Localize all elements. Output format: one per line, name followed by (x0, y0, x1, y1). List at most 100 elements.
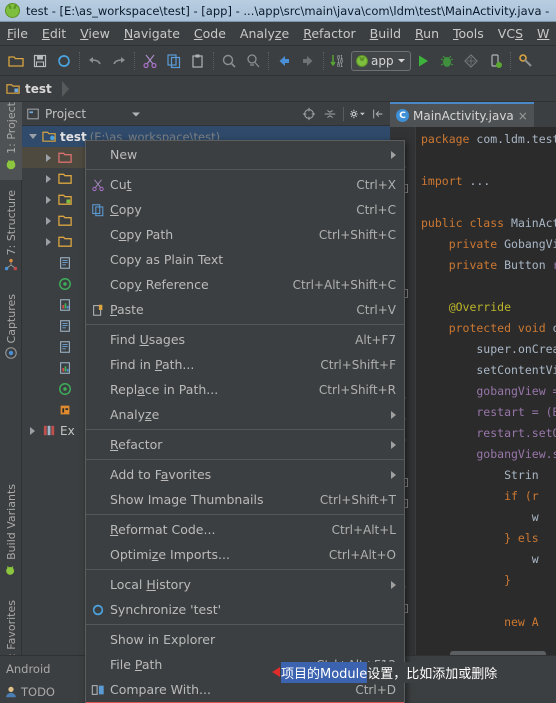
open-folder-icon[interactable] (4, 49, 28, 73)
menu-view[interactable]: View (73, 23, 117, 44)
menu-item-copy[interactable]: Copy Ctrl+C (86, 197, 404, 222)
compile-icon[interactable]: 01 10 01 (327, 49, 351, 73)
menu-item-shortcut: Alt+F7 (355, 332, 396, 347)
breadcrumb[interactable]: test (6, 80, 69, 97)
folder-icon (58, 173, 72, 184)
sidebar-item-captures[interactable]: Captures (0, 294, 22, 374)
menu-item-show-in-explorer[interactable]: Show in Explorer (86, 627, 404, 652)
expand-arrow-icon[interactable] (26, 424, 39, 437)
hide-icon[interactable] (370, 106, 386, 122)
replace-icon[interactable] (241, 49, 265, 73)
menu-item-shortcut: Ctrl+Alt+O (328, 547, 396, 562)
back-icon[interactable] (272, 49, 296, 73)
expand-arrow-icon[interactable] (26, 130, 39, 143)
sidebar-item-build-variants[interactable]: Build Variants (0, 484, 22, 594)
menu-item-find-in-path[interactable]: Find in Path... Ctrl+Shift+F (86, 352, 404, 377)
menu-item-label: Copy Path (110, 227, 174, 242)
toolbar-separator (79, 51, 80, 70)
cut-icon[interactable] (138, 49, 162, 73)
bottom-item-todo-label: TODO (21, 685, 55, 699)
toolbar-separator (134, 51, 135, 70)
menu-item-paste[interactable]: Paste Ctrl+V (86, 297, 404, 322)
breadcrumb-item-test[interactable]: test (25, 82, 52, 96)
gear-icon[interactable] (349, 106, 365, 122)
menu-tools[interactable]: Tools (446, 23, 491, 44)
menu-item-reformat-code[interactable]: Reformat Code... Ctrl+Alt+L (86, 517, 404, 542)
collapse-all-icon[interactable] (322, 106, 338, 122)
paste-icon[interactable] (186, 49, 210, 73)
menu-item-copy-path[interactable]: Copy Path Ctrl+Shift+C (86, 222, 404, 247)
menu-item-find-usages[interactable]: Find Usages Alt+F7 (86, 327, 404, 352)
debug-icon[interactable] (435, 49, 459, 73)
menu-item-cut[interactable]: Cut Ctrl+X (86, 172, 404, 197)
menu-item-copy-reference[interactable]: Copy Reference Ctrl+Alt+Shift+C (86, 272, 404, 297)
menu-item-optimize-imports[interactable]: Optimize Imports... Ctrl+Alt+O (86, 542, 404, 567)
close-icon[interactable]: × (518, 109, 528, 123)
code-line: import ... (421, 174, 491, 188)
menu-window[interactable]: W (530, 23, 556, 44)
menu-item-label: Analyze (110, 407, 160, 422)
menu-item-refactor[interactable]: Refactor (86, 432, 404, 457)
find-icon[interactable] (217, 49, 241, 73)
libraries-icon (43, 425, 55, 436)
project-view-icon (27, 108, 39, 119)
annotation-overlay: 项目的Module 设置，比如添加或删除 (272, 661, 498, 683)
sidebar-item-label: 7: Structure (4, 190, 18, 256)
run-configuration-selector[interactable]: app (351, 50, 411, 71)
menu-navigate[interactable]: Navigate (117, 23, 187, 44)
sdk-manager-icon[interactable] (514, 49, 538, 73)
menu-build[interactable]: Build (363, 23, 408, 44)
folder-icon (58, 236, 72, 247)
forward-icon[interactable] (296, 49, 320, 73)
menu-file[interactable]: File (0, 23, 35, 44)
expand-arrow-icon[interactable] (42, 193, 55, 206)
menu-item-label: Copy as Plain Text (110, 252, 224, 267)
paste-icon (90, 302, 106, 318)
target-icon[interactable] (301, 106, 317, 122)
coverage-icon[interactable] (459, 49, 483, 73)
menu-vcs[interactable]: VCS (491, 23, 530, 44)
menu-bar: File Edit View Navigate Code Analyze Ref… (0, 22, 556, 46)
menu-refactor[interactable]: Refactor (296, 23, 362, 44)
attach-debugger-icon[interactable] (483, 49, 507, 73)
editor-tab-mainactivity[interactable]: C MainActivity.java × (390, 102, 534, 127)
copy-icon[interactable] (162, 49, 186, 73)
expand-arrow-icon[interactable] (42, 214, 55, 227)
sidebar-item-structure[interactable]: 7: Structure (0, 190, 22, 286)
run-icon[interactable] (411, 49, 435, 73)
menu-item-analyze[interactable]: Analyze (86, 402, 404, 427)
bottom-item-android[interactable]: Android (0, 662, 56, 676)
expand-arrow-icon[interactable] (42, 172, 55, 185)
toolbar-separator (268, 51, 269, 70)
expand-arrow-icon[interactable] (42, 151, 55, 164)
project-context-menu: New Cut Ctrl+X Copy Ctrl+C Copy Path Ctrl+Shif… (85, 140, 405, 703)
menu-item-shortcut: Ctrl+D (355, 682, 396, 697)
menu-item-shortcut: Ctrl+Shift+R (318, 382, 396, 397)
bottom-item-todo[interactable]: TODO (4, 685, 55, 699)
code-line: private Button re (421, 258, 556, 272)
menu-item-add-to-favorites[interactable]: Add to Favorites (86, 462, 404, 487)
menu-analyze[interactable]: Analyze (233, 23, 296, 44)
menu-item-replace-in-path[interactable]: Replace in Path... Ctrl+Shift+R (86, 377, 404, 402)
menu-item-shortcut: Ctrl+Alt+L (331, 522, 396, 537)
sidebar-item-project[interactable]: 1: Project (0, 102, 22, 180)
menu-item-new[interactable]: New (86, 142, 404, 167)
window-title: test - [E:\as_workspace\test] - [app] - … (26, 3, 550, 18)
menu-edit[interactable]: Edit (35, 23, 73, 44)
menu-item-label: Compare With... (110, 682, 211, 697)
chevron-down-icon[interactable] (131, 109, 141, 119)
undo-icon[interactable] (83, 49, 107, 73)
sync-icon[interactable] (52, 49, 76, 73)
menu-item-synchronize-test[interactable]: Synchronize 'test' (86, 597, 404, 622)
editor-code[interactable]: package com.ldm.test; import ... public … (417, 127, 556, 680)
menu-item-copy-as-plain-text[interactable]: Copy as Plain Text (86, 247, 404, 272)
menu-code[interactable]: Code (187, 23, 233, 44)
captures-eye-icon (4, 346, 18, 360)
expand-arrow-icon[interactable] (42, 235, 55, 248)
save-all-icon[interactable] (28, 49, 52, 73)
menu-item-show-image-thumbnails[interactable]: Show Image Thumbnails Ctrl+Shift+T (86, 487, 404, 512)
redo-icon[interactable] (107, 49, 131, 73)
menu-item-local-history[interactable]: Local History (86, 572, 404, 597)
menu-run[interactable]: Run (408, 23, 446, 44)
